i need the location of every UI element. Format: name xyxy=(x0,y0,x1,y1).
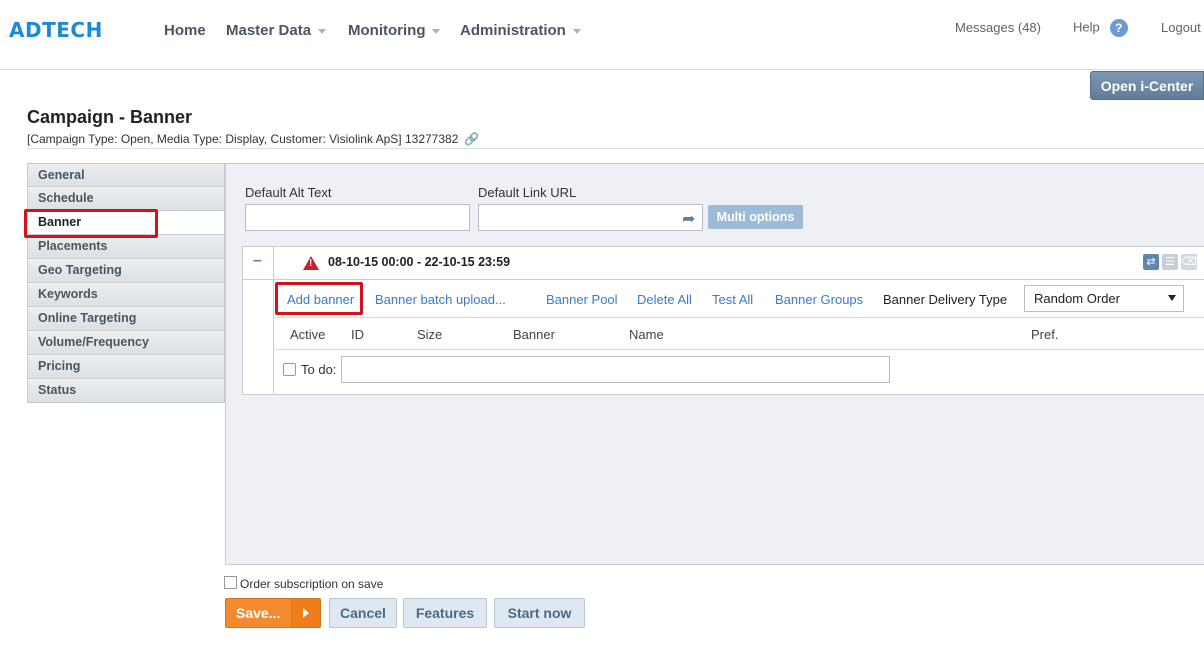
campaign-info: [Campaign Type: Open, Media Type: Displa… xyxy=(27,132,479,146)
sidebar-item-status[interactable]: Status xyxy=(27,379,225,403)
help-label: Help xyxy=(1073,19,1100,35)
panel-tools: ⇄ ☰ ⌫ xyxy=(1143,254,1197,270)
link-url-label: Default Link URL xyxy=(478,185,577,200)
nav-home[interactable]: Home xyxy=(164,22,206,39)
sidebar-item-keywords[interactable]: Keywords xyxy=(27,283,225,307)
help-link[interactable]: Help? xyxy=(1073,19,1128,37)
nav-administration-label: Administration xyxy=(460,22,566,39)
delivery-type-select[interactable]: Random Order xyxy=(1024,285,1184,312)
banner-batch-upload-link[interactable]: Banner batch upload... xyxy=(375,292,506,307)
save-button[interactable]: Save... xyxy=(225,598,321,628)
nav-master-data[interactable]: Master Data xyxy=(226,22,327,39)
default-link-url-input[interactable] xyxy=(478,204,703,231)
column-header-id: ID xyxy=(351,327,364,342)
nav-home-label: Home xyxy=(164,22,206,39)
adtech-logo[interactable]: ADTECH xyxy=(9,18,103,42)
delivery-type-value: Random Order xyxy=(1034,291,1120,306)
multi-options-button[interactable]: Multi options xyxy=(708,205,803,229)
save-options-toggle[interactable] xyxy=(291,599,320,627)
divider xyxy=(243,279,1204,280)
divider xyxy=(27,148,1204,149)
trash-icon[interactable]: ⌫ xyxy=(1181,254,1197,270)
default-alt-text-input[interactable] xyxy=(245,204,470,231)
add-banner-link[interactable]: Add banner xyxy=(287,292,354,307)
banner-groups-link[interactable]: Banner Groups xyxy=(775,292,863,307)
page-title: Campaign - Banner xyxy=(27,107,193,127)
features-button[interactable]: Features xyxy=(403,598,487,628)
open-icenter-button[interactable]: Open i-Center xyxy=(1090,71,1204,100)
sidebar: General Schedule Banner Placements Geo T… xyxy=(27,163,225,403)
warning-icon-mark: ! xyxy=(309,258,313,269)
column-header-pref: Pref. xyxy=(1031,327,1059,342)
todo-input[interactable] xyxy=(341,356,890,383)
order-subscription-checkbox[interactable] xyxy=(224,576,237,589)
save-button-label: Save... xyxy=(236,605,281,621)
swap-icon[interactable]: ⇄ xyxy=(1143,254,1159,270)
collapse-column: – xyxy=(243,247,274,394)
schedule-date-range: 08-10-15 00:00 - 22-10-15 23:59 xyxy=(328,255,511,269)
divider xyxy=(275,349,1204,350)
delivery-type-label: Banner Delivery Type xyxy=(883,292,1008,307)
sidebar-item-pricing[interactable]: Pricing xyxy=(27,355,225,379)
schedule-banner-panel: – ! 08-10-15 00:00 - 22-10-15 23:59 ⇄ ☰ … xyxy=(242,246,1204,395)
link-icon[interactable]: 🔗 xyxy=(464,132,479,146)
nav-master-data-label: Master Data xyxy=(226,22,312,39)
delete-all-link[interactable]: Delete All xyxy=(637,292,692,307)
help-icon: ? xyxy=(1109,19,1128,37)
main-panel: Default Alt Text Default Link URL ➦ Mult… xyxy=(225,163,1204,565)
alt-text-label: Default Alt Text xyxy=(245,185,332,200)
logout-link[interactable]: Logout xyxy=(1161,20,1201,35)
chevron-down-icon xyxy=(432,28,441,34)
top-navigation-bar: ADTECH Home Master Data Monitoring Admin… xyxy=(0,0,1204,70)
column-header-size: Size xyxy=(417,327,443,342)
nav-monitoring-label: Monitoring xyxy=(348,22,426,39)
column-header-name: Name xyxy=(629,327,664,342)
todo-checkbox[interactable] xyxy=(283,363,296,376)
chevron-down-icon xyxy=(572,28,581,34)
column-header-active: Active xyxy=(290,327,326,342)
messages-link[interactable]: Messages (48) xyxy=(955,20,1041,35)
chevron-down-icon xyxy=(318,28,327,34)
sidebar-item-banner[interactable]: Banner xyxy=(27,211,225,235)
test-all-link[interactable]: Test All xyxy=(712,292,753,307)
share-arrow-icon[interactable]: ➦ xyxy=(682,209,695,229)
nav-monitoring[interactable]: Monitoring xyxy=(348,22,441,39)
cancel-button[interactable]: Cancel xyxy=(329,598,397,628)
divider xyxy=(275,317,1204,318)
sidebar-item-schedule[interactable]: Schedule xyxy=(27,187,225,211)
todo-label: To do: xyxy=(301,362,337,377)
sidebar-item-volume-frequency[interactable]: Volume/Frequency xyxy=(27,331,225,355)
order-subscription-label: Order subscription on save xyxy=(240,577,384,591)
campaign-info-text: [Campaign Type: Open, Media Type: Displa… xyxy=(27,132,459,146)
banner-pool-link[interactable]: Banner Pool xyxy=(546,292,618,307)
notes-icon[interactable]: ☰ xyxy=(1162,254,1178,270)
arrow-right-icon xyxy=(303,608,309,618)
start-now-button[interactable]: Start now xyxy=(494,598,585,628)
collapse-icon[interactable]: – xyxy=(253,252,262,270)
sidebar-item-geo-targeting[interactable]: Geo Targeting xyxy=(27,259,225,283)
chevron-down-icon xyxy=(1168,295,1176,301)
sidebar-item-general[interactable]: General xyxy=(27,163,225,187)
column-header-banner: Banner xyxy=(513,327,555,342)
sidebar-item-placements[interactable]: Placements xyxy=(27,235,225,259)
sidebar-item-online-targeting[interactable]: Online Targeting xyxy=(27,307,225,331)
nav-administration[interactable]: Administration xyxy=(460,22,581,39)
